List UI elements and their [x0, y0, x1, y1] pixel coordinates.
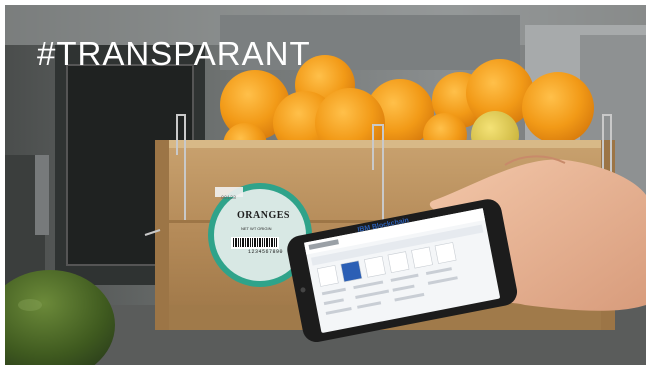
- crate-sticker-number: 00123: [221, 195, 237, 201]
- photo: #TRANSPARANT 00123 ORANGES NET WT ORIGIN…: [5, 5, 646, 365]
- slide-frame: #TRANSPARANT 00123 ORANGES NET WT ORIGIN…: [0, 0, 651, 370]
- barcode-number: 1234567890: [248, 249, 284, 255]
- oranges-label-title: ORANGES: [237, 210, 290, 221]
- oranges-label-subtitle: NET WT ORIGIN: [241, 226, 272, 231]
- headline-hashtag: #TRANSPARANT: [37, 35, 311, 72]
